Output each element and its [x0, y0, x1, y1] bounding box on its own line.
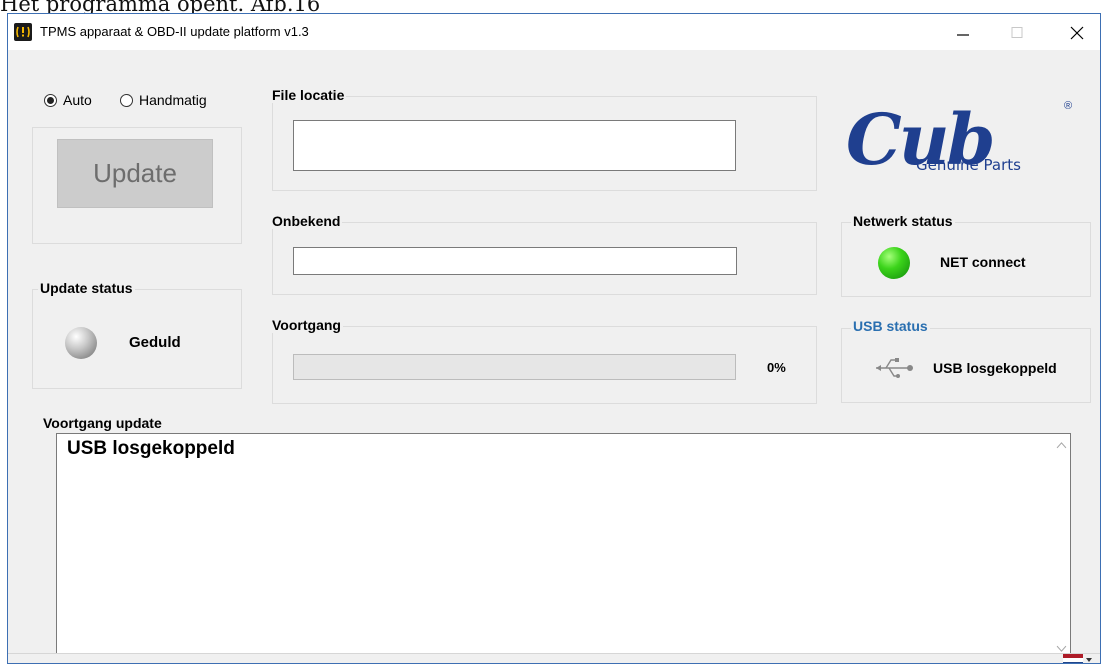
radio-auto[interactable]: Auto: [44, 92, 92, 108]
progress-title: Voortgang: [270, 317, 343, 333]
radio-auto-dot: [44, 93, 57, 107]
app-window: TPMS apparaat & OBD-II update platform v…: [7, 13, 1101, 664]
logo-registered-mark: ®: [1064, 100, 1073, 112]
language-dropdown-arrow-icon[interactable]: [1086, 658, 1092, 662]
client-area: Auto Handmatig Update Update status Gedu…: [8, 50, 1100, 663]
unknown-field[interactable]: [293, 247, 737, 275]
radio-handmatig-label: Handmatig: [139, 92, 207, 108]
close-icon: [1070, 26, 1084, 40]
maximize-icon: [1011, 27, 1023, 38]
file-location-title: File locatie: [270, 87, 347, 103]
radio-handmatig-dot: [120, 93, 133, 107]
radio-handmatig[interactable]: Handmatig: [120, 92, 207, 108]
logo-subtitle: Genuine Parts: [916, 156, 1021, 174]
minimize-icon: [957, 34, 969, 36]
update-button[interactable]: Update: [57, 139, 213, 208]
title-bar: TPMS apparaat & OBD-II update platform v…: [8, 14, 1100, 50]
unknown-title: Onbekend: [270, 213, 343, 229]
usb-status-title: USB status: [851, 318, 930, 334]
log-message: USB losgekoppeld: [67, 438, 235, 459]
log-textbox[interactable]: USB losgekoppeld: [56, 433, 1071, 661]
cub-logo: Cub Genuine Parts ®: [846, 98, 1086, 193]
close-button[interactable]: [1054, 14, 1100, 50]
usb-status-text: USB losgekoppeld: [933, 360, 1057, 376]
progress-bar: [293, 354, 736, 380]
usb-icon: [876, 358, 913, 378]
minimize-button[interactable]: [940, 14, 986, 50]
update-status-text: Geduld: [129, 334, 181, 351]
network-status-text: NET connect: [940, 254, 1026, 270]
log-scrollbar[interactable]: [1053, 434, 1070, 660]
log-title: Voortgang update: [41, 415, 164, 431]
progress-percent: 0%: [767, 360, 786, 375]
dutch-flag-icon[interactable]: [1063, 654, 1083, 663]
network-status-indicator-icon: [878, 247, 910, 279]
update-status-indicator-icon: [65, 327, 97, 359]
tpms-app-icon: [14, 23, 32, 41]
status-bar: [8, 653, 1100, 663]
update-status-title: Update status: [38, 280, 135, 296]
file-location-field[interactable]: [293, 120, 736, 171]
radio-auto-label: Auto: [63, 92, 92, 108]
network-status-title: Netwerk status: [851, 213, 955, 229]
maximize-button: [994, 14, 1040, 50]
window-title: TPMS apparaat & OBD-II update platform v…: [40, 24, 309, 39]
